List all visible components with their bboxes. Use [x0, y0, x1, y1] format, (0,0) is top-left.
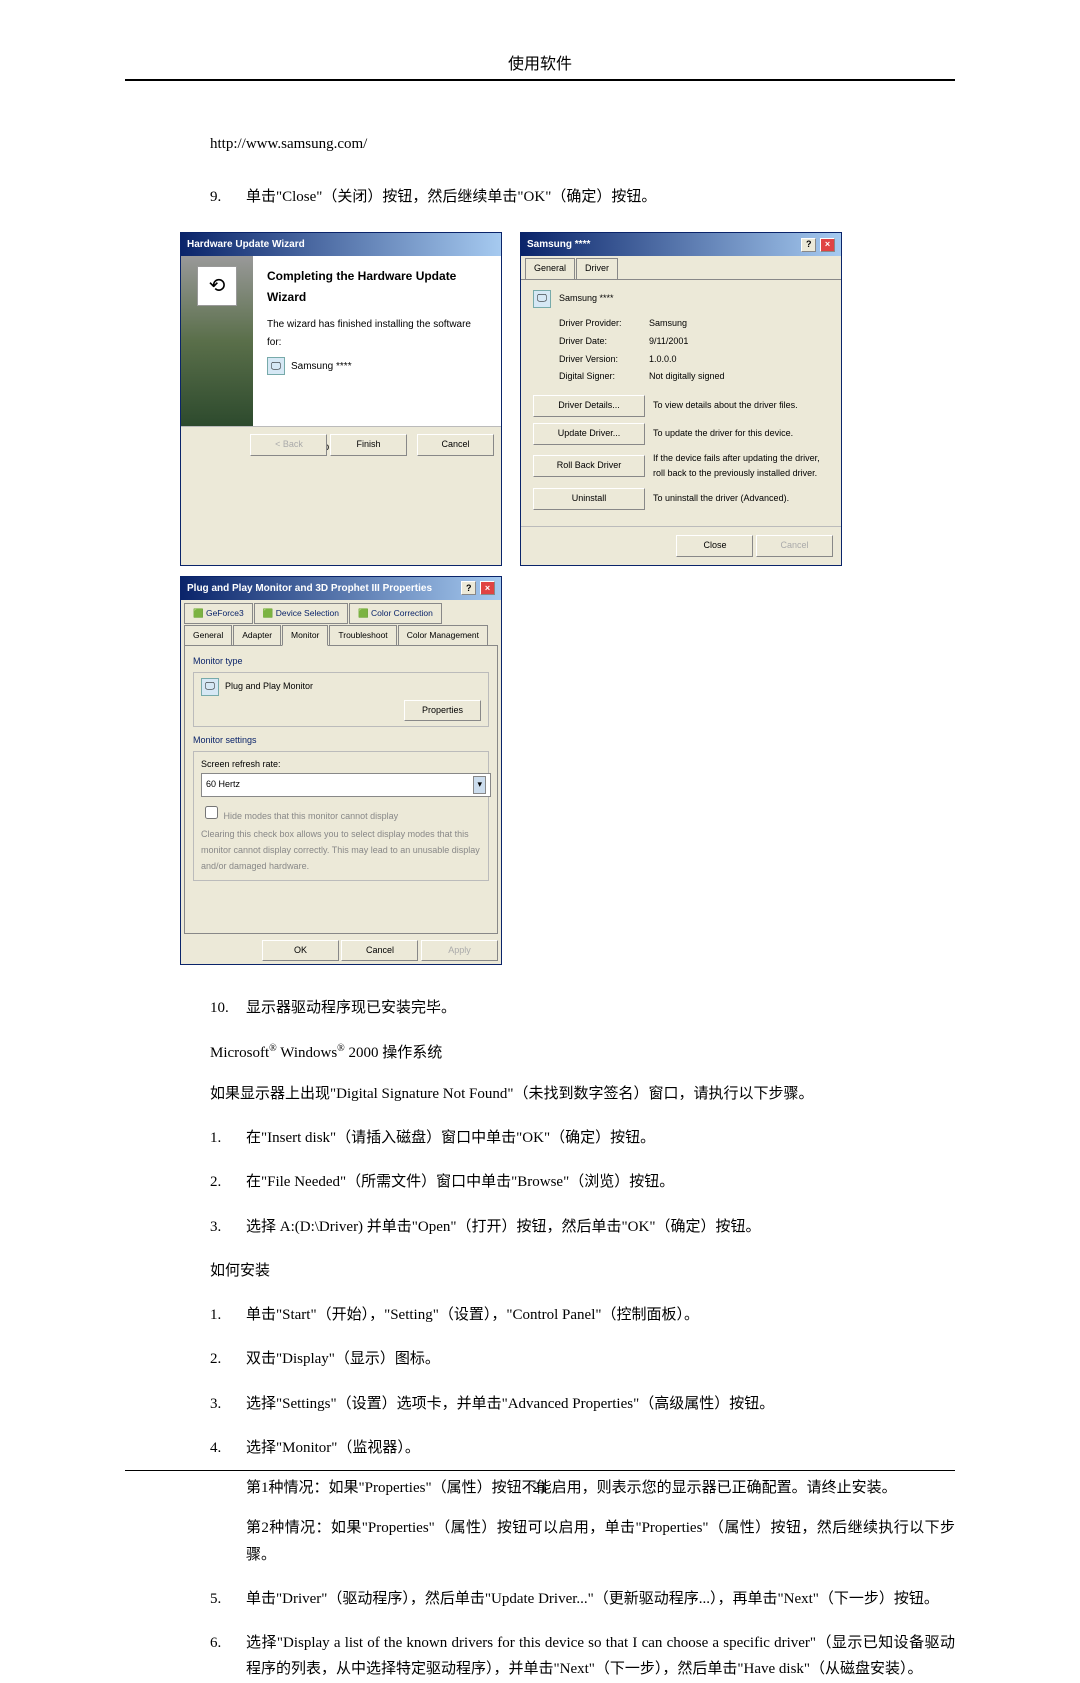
- help-icon[interactable]: ?: [461, 581, 476, 595]
- details-desc: To view details about the driver files.: [653, 398, 829, 414]
- step-number: 5.: [210, 1586, 246, 1612]
- wizard-line1: The wizard has finished installing the s…: [267, 316, 487, 351]
- wizard-device: Samsung ****: [291, 358, 352, 376]
- monitor-type-label: Monitor type: [193, 654, 489, 670]
- tab-device-selection[interactable]: 🟩 Device Selection: [254, 603, 348, 624]
- monitor-type: Plug and Play Monitor: [225, 679, 313, 695]
- uninstall-button[interactable]: Uninstall: [533, 488, 645, 510]
- close-icon[interactable]: ×: [480, 581, 495, 595]
- update-driver-button[interactable]: Update Driver...: [533, 423, 645, 445]
- monitor-icon: 🖵: [267, 357, 285, 375]
- step-number: 4.: [210, 1435, 246, 1568]
- hide-modes-checkbox[interactable]: [205, 806, 218, 819]
- step-number: 3.: [210, 1391, 246, 1417]
- apply-button[interactable]: Apply: [421, 940, 498, 962]
- step-text: 选择 A:(D:\Driver) 并单击"Open"（打开）按钮，然后单击"OK…: [246, 1214, 955, 1240]
- refresh-label: Screen refresh rate:: [201, 757, 481, 773]
- hide-modes-desc: Clearing this check box allows you to se…: [201, 827, 481, 874]
- hide-modes-label: Hide modes that this monitor cannot disp…: [224, 811, 399, 821]
- step-number: 6.: [210, 1630, 246, 1683]
- close-button[interactable]: Close: [676, 535, 753, 557]
- chevron-down-icon: ▾: [473, 776, 486, 794]
- step-number: 1.: [210, 1302, 246, 1328]
- driver-dialog-title: Samsung ****: [527, 236, 590, 254]
- step-text: 选择"Monitor"（监视器）。第1种情况：如果"Properties"（属性…: [246, 1435, 955, 1568]
- dsig-text: 如果显示器上出现"Digital Signature Not Found"（未找…: [125, 1081, 955, 1107]
- step-text: 在"File Needed"（所需文件）窗口中单击"Browse"（浏览）按钮。: [246, 1169, 955, 1195]
- step-text: 显示器驱动程序现已安装完毕。: [246, 995, 955, 1021]
- cancel-button[interactable]: Cancel: [341, 940, 418, 962]
- provider-value: Samsung: [649, 316, 687, 332]
- monitor-properties-dialog: Plug and Play Monitor and 3D Prophet III…: [180, 576, 502, 966]
- step-number: 3.: [210, 1214, 246, 1240]
- version-label: Driver Version:: [559, 352, 649, 368]
- os-heading: Microsoft® Windows® 2000 操作系统: [125, 1040, 955, 1066]
- tab-color-correction[interactable]: 🟩 Color Correction: [349, 603, 442, 624]
- back-button[interactable]: < Back: [250, 434, 327, 456]
- step-text: 双击"Display"（显示）图标。: [246, 1346, 955, 1372]
- driver-details-button[interactable]: Driver Details...: [533, 395, 645, 417]
- step-text: 单击"Start"（开始），"Setting"（设置），"Control Pan…: [246, 1302, 955, 1328]
- step-text: 单击"Close"（关闭）按钮，然后继续单击"OK"（确定）按钮。: [246, 184, 955, 210]
- cancel-button[interactable]: Cancel: [756, 535, 833, 557]
- monitor-icon: 🖵: [533, 290, 551, 308]
- monitor-icon: 🖵: [201, 678, 219, 696]
- properties-button[interactable]: Properties: [404, 700, 481, 722]
- date-label: Driver Date:: [559, 334, 649, 350]
- monitor-settings-label: Monitor settings: [193, 733, 489, 749]
- step-number: 9.: [210, 184, 246, 210]
- version-value: 1.0.0.0: [649, 352, 677, 368]
- provider-label: Driver Provider:: [559, 316, 649, 332]
- finish-button[interactable]: Finish: [330, 434, 407, 456]
- header-divider: [125, 79, 955, 81]
- uninstall-desc: To uninstall the driver (Advanced).: [653, 491, 829, 507]
- driver-properties-dialog: Samsung **** ? × General Driver 🖵 Sa: [520, 232, 842, 566]
- rollback-button[interactable]: Roll Back Driver: [533, 455, 645, 477]
- close-icon[interactable]: ×: [820, 238, 835, 252]
- step-text: 选择"Display a list of the known drivers f…: [246, 1630, 955, 1683]
- wizard-heading: Completing the Hardware Update Wizard: [267, 266, 487, 308]
- tab-general[interactable]: General: [525, 258, 575, 279]
- ok-button[interactable]: OK: [262, 940, 339, 962]
- step-number: 2.: [210, 1346, 246, 1372]
- step-text: 选择"Settings"（设置）选项卡，并单击"Advanced Propert…: [246, 1391, 955, 1417]
- wizard-dialog: Hardware Update Wizard ⟲ Completing the …: [180, 232, 502, 566]
- tab-color-management[interactable]: Color Management: [398, 625, 488, 646]
- url-text: http://www.samsung.com/: [210, 131, 955, 157]
- tab-geforce[interactable]: 🟩 GeForce3: [184, 603, 253, 624]
- step-text: 在"Insert disk"（请插入磁盘）窗口中单击"OK"（确定）按钮。: [246, 1125, 955, 1151]
- step-number: 2.: [210, 1169, 246, 1195]
- help-icon[interactable]: ?: [801, 238, 816, 252]
- signer-value: Not digitally signed: [649, 369, 725, 385]
- refresh-select[interactable]: 60 Hertz ▾: [201, 773, 491, 797]
- update-desc: To update the driver for this device.: [653, 426, 829, 442]
- page-header: 使用软件: [125, 50, 955, 79]
- signer-label: Digital Signer:: [559, 369, 649, 385]
- page-number: 21: [0, 1480, 1080, 1497]
- cancel-button[interactable]: Cancel: [417, 434, 494, 456]
- wizard-title: Hardware Update Wizard: [187, 236, 305, 254]
- driver-name: Samsung ****: [559, 291, 614, 307]
- date-value: 9/11/2001: [649, 334, 688, 350]
- howto-heading: 如何安装: [125, 1258, 955, 1284]
- rollback-desc: If the device fails after updating the d…: [653, 451, 829, 483]
- tab-driver[interactable]: Driver: [576, 258, 618, 279]
- tab-monitor[interactable]: Monitor: [282, 625, 328, 646]
- monitor-dialog-title: Plug and Play Monitor and 3D Prophet III…: [187, 580, 432, 598]
- tab-general[interactable]: General: [184, 625, 232, 646]
- tab-troubleshoot[interactable]: Troubleshoot: [329, 625, 396, 646]
- tab-adapter[interactable]: Adapter: [233, 625, 281, 646]
- step-number: 10.: [210, 995, 246, 1021]
- refresh-value: 60 Hertz: [206, 777, 240, 793]
- step-number: 1.: [210, 1125, 246, 1151]
- footer-divider: [125, 1470, 955, 1471]
- wizard-icon: ⟲: [197, 266, 237, 306]
- step-text: 单击"Driver"（驱动程序），然后单击"Update Driver..."（…: [246, 1586, 955, 1612]
